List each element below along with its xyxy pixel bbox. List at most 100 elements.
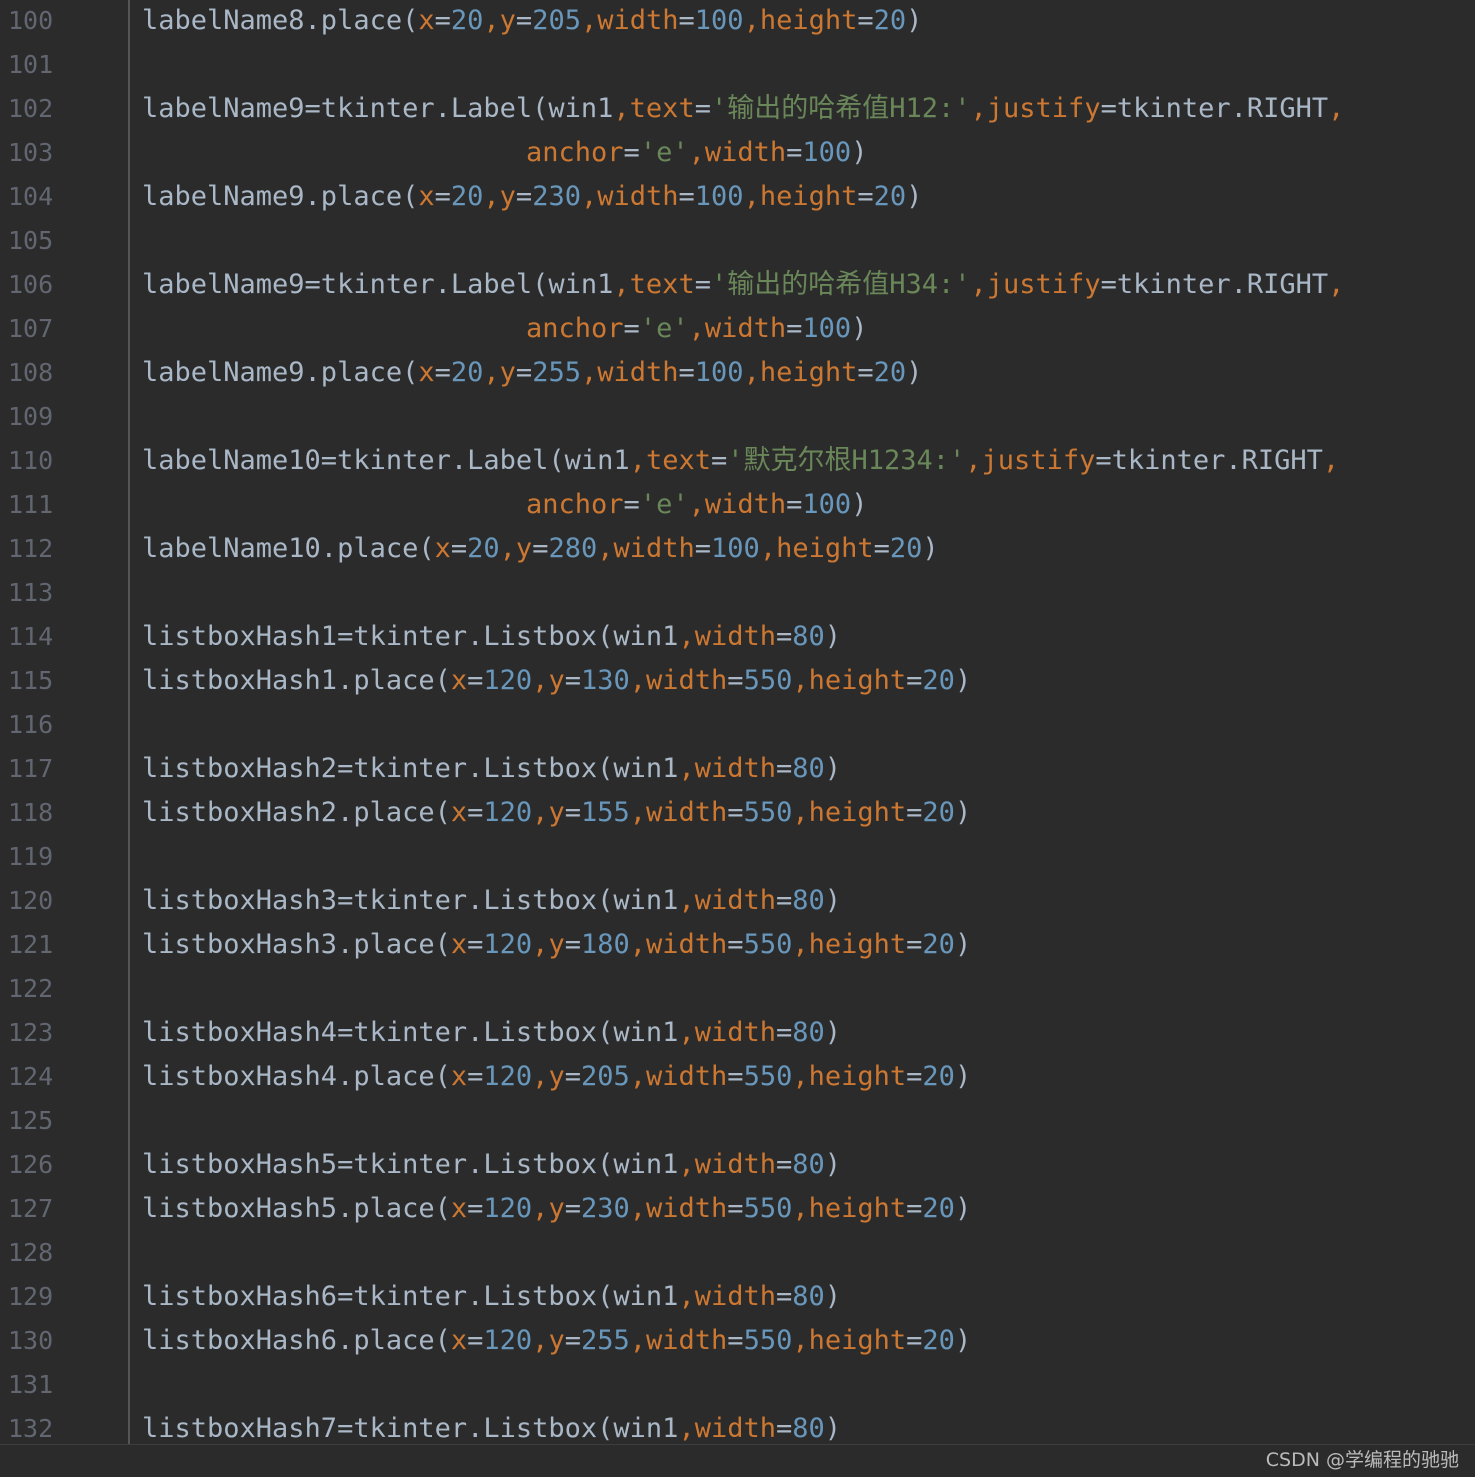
code-line[interactable]: 110 labelName10=tkinter.Label(win1,text='…: [0, 439, 1475, 483]
code-line[interactable]: 115 listboxHash1.place(x=120,y=130,width=…: [0, 659, 1475, 703]
code-token: ,: [532, 1325, 549, 1356]
code-line[interactable]: 132 listboxHash7=tkinter.Listbox(win1,wid…: [0, 1407, 1475, 1444]
code-token: x: [450, 797, 468, 828]
code-line[interactable]: 129 listboxHash6=tkinter.Listbox(win1,wid…: [0, 1275, 1475, 1319]
code-token: 20: [922, 1061, 955, 1092]
code-token: =: [564, 1061, 581, 1092]
code-line[interactable]: 114 listboxHash1=tkinter.Listbox(win1,wid…: [0, 615, 1475, 659]
code-token: =: [775, 1281, 793, 1312]
line-number: 108: [8, 358, 54, 387]
code-token: 255: [532, 357, 581, 388]
code-token: height: [759, 181, 858, 212]
code-token: width: [704, 313, 787, 344]
code-line[interactable]: 101: [0, 43, 1475, 87]
code-token: ): [824, 1281, 842, 1312]
code-line[interactable]: 118 listboxHash2.place(x=120,y=155,width=…: [0, 791, 1475, 835]
code-line[interactable]: 116: [0, 703, 1475, 747]
code-line[interactable]: 106 labelName9=tkinter.Label(win1,text='输…: [0, 263, 1475, 307]
code-token: =: [678, 181, 695, 212]
code-token: x: [434, 533, 451, 564]
code-line[interactable]: 119: [0, 835, 1475, 879]
code-line[interactable]: 108 labelName9.place(x=20,y=255,width=100…: [0, 351, 1475, 395]
code-token: =: [564, 665, 581, 696]
code-token: ): [954, 1193, 972, 1224]
code-text: labelName10.place(x=20,y=280,width=100,h…: [142, 527, 939, 571]
code-line[interactable]: 124 listboxHash4.place(x=120,y=205,width=…: [0, 1055, 1475, 1099]
code-line[interactable]: 113: [0, 571, 1475, 615]
code-line[interactable]: 105: [0, 219, 1475, 263]
code-line[interactable]: 112 labelName10.place(x=20,y=280,width=10…: [0, 527, 1475, 571]
code-line[interactable]: 111 anchor='e',width=100): [0, 483, 1475, 527]
code-token: 20: [873, 181, 907, 212]
code-token: 205: [580, 1061, 630, 1092]
code-line[interactable]: 123 listboxHash4=tkinter.Listbox(win1,wid…: [0, 1011, 1475, 1055]
code-token: ,: [678, 621, 695, 652]
line-number: 105: [8, 226, 54, 255]
code-token: ): [824, 885, 842, 916]
code-token: 20: [922, 1325, 955, 1356]
code-editor[interactable]: 100 labelName8.place(x=20,y=205,width=100…: [0, 0, 1475, 1444]
code-token: '输出的哈希值H34:': [710, 269, 971, 300]
code-token: labelName8.place(: [142, 5, 419, 36]
code-line[interactable]: 120 listboxHash3=tkinter.Listbox(win1,wid…: [0, 879, 1475, 923]
code-text: listboxHash3.place(x=120,y=180,width=550…: [142, 923, 971, 967]
code-token: =: [873, 533, 890, 564]
code-token: ,: [678, 753, 695, 784]
code-token: 100: [694, 357, 744, 388]
code-line[interactable]: 125: [0, 1099, 1475, 1143]
code-token: width: [694, 1149, 776, 1180]
code-token: listboxHash1=tkinter.Listbox(win1: [142, 621, 679, 652]
code-token: =: [678, 357, 695, 388]
code-token: ,: [483, 181, 500, 212]
code-token: 'e': [639, 137, 689, 168]
code-line[interactable]: 130 listboxHash6.place(x=120,y=255,width=…: [0, 1319, 1475, 1363]
code-line[interactable]: 117 listboxHash2=tkinter.Listbox(win1,wid…: [0, 747, 1475, 791]
code-token: =: [775, 885, 793, 916]
code-token: 20: [922, 665, 955, 696]
code-token: =: [694, 269, 711, 300]
code-token: listboxHash5.place(: [142, 1193, 451, 1224]
code-token: listboxHash2=tkinter.Listbox(win1: [142, 753, 679, 784]
code-line[interactable]: 100 labelName8.place(x=20,y=205,width=100…: [0, 0, 1475, 43]
code-token: ,: [970, 269, 987, 300]
line-number: 106: [8, 270, 54, 299]
code-text: listboxHash4=tkinter.Listbox(win1,width=…: [142, 1011, 841, 1055]
code-token: ,: [532, 1193, 549, 1224]
code-line[interactable]: 107 anchor='e',width=100): [0, 307, 1475, 351]
code-token: =: [786, 313, 803, 344]
code-token: anchor: [526, 137, 624, 168]
code-token: y: [499, 5, 516, 36]
code-token: 100: [802, 137, 852, 168]
code-token: 120: [483, 665, 533, 696]
code-line[interactable]: 122: [0, 967, 1475, 1011]
code-token: 20: [889, 533, 923, 564]
code-line[interactable]: 109: [0, 395, 1475, 439]
code-token: 80: [792, 753, 825, 784]
code-token: ,: [688, 313, 705, 344]
code-line[interactable]: 103 anchor='e',width=100): [0, 131, 1475, 175]
code-line[interactable]: 131: [0, 1363, 1475, 1407]
line-number: 102: [8, 94, 54, 123]
code-token: ): [824, 1149, 842, 1180]
code-token: '默克尔根H1234:': [727, 445, 966, 476]
code-line[interactable]: 127 listboxHash5.place(x=120,y=230,width=…: [0, 1187, 1475, 1231]
code-line[interactable]: 121 listboxHash3.place(x=120,y=180,width=…: [0, 923, 1475, 967]
code-line[interactable]: 128: [0, 1231, 1475, 1275]
line-number: 122: [8, 974, 54, 1003]
code-line[interactable]: 126 listboxHash5=tkinter.Listbox(win1,wid…: [0, 1143, 1475, 1187]
line-number: 107: [8, 314, 54, 343]
code-token: x: [418, 5, 435, 36]
code-text: labelName9.place(x=20,y=255,width=100,he…: [142, 351, 922, 395]
code-token: ,: [688, 137, 705, 168]
code-token: 130: [580, 665, 630, 696]
code-token: ,: [743, 5, 760, 36]
code-line[interactable]: 104 labelName9.place(x=20,y=230,width=100…: [0, 175, 1475, 219]
code-token: height: [808, 665, 907, 696]
code-token: ,: [532, 797, 549, 828]
code-token: =: [564, 1193, 581, 1224]
code-token: justify: [986, 93, 1101, 124]
code-text: listboxHash6.place(x=120,y=255,width=550…: [142, 1319, 971, 1363]
code-token: ,: [580, 181, 598, 212]
code-line[interactable]: 102 labelName9=tkinter.Label(win1,text='输…: [0, 87, 1475, 131]
code-token: 80: [792, 1281, 825, 1312]
